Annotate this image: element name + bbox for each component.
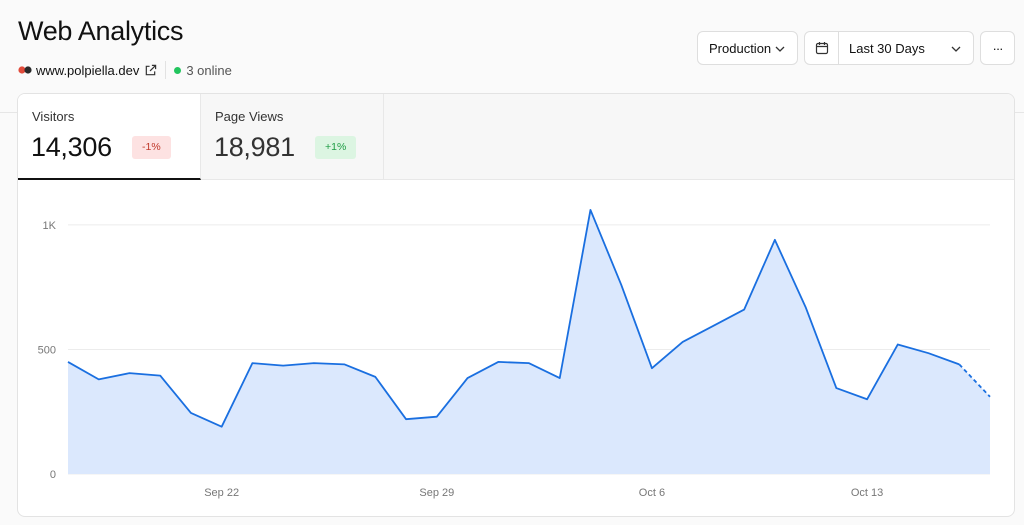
site-domain[interactable]: www.polpiella.dev — [36, 63, 139, 78]
delta-badge: -1% — [132, 136, 171, 159]
x-tick-label: Sep 22 — [204, 487, 239, 499]
tab-page-views[interactable]: Page Views 18,981 +1% — [201, 94, 384, 180]
environment-select[interactable]: Production — [697, 31, 798, 65]
calendar-icon — [805, 32, 839, 64]
chevron-down-icon — [951, 46, 961, 52]
chart-svg: 0 500 1K Sep 22 Sep 29 Oct 6 Oct 13 — [38, 209, 991, 499]
more-options-button[interactable]: ··· — [980, 31, 1015, 65]
online-count: 3 online — [186, 62, 232, 78]
y-tick-label: 0 — [50, 469, 56, 481]
tab-value: 18,981 — [214, 132, 295, 162]
x-tick-label: Oct 13 — [851, 487, 883, 499]
metric-tabs: Visitors 14,306 -1% Page Views 18,981 +1… — [18, 94, 1014, 180]
date-range-label: Last 30 Days — [849, 40, 925, 56]
tab-value: 14,306 — [31, 132, 112, 162]
x-tick-label: Sep 29 — [419, 487, 454, 499]
divider — [165, 61, 167, 79]
online-status-dot — [174, 66, 182, 74]
y-tick-label: 500 — [38, 344, 56, 356]
date-range-select[interactable]: Last 30 Days — [804, 31, 974, 65]
analytics-card: Visitors 14,306 -1% Page Views 18,981 +1… — [17, 93, 1015, 517]
tab-label: Page Views — [215, 109, 284, 124]
x-tick-label: Oct 6 — [639, 487, 665, 499]
visitors-chart[interactable]: 0 500 1K Sep 22 Sep 29 Oct 6 Oct 13 — [18, 180, 1014, 516]
site-row: www.polpiella.dev 3 online — [18, 61, 232, 79]
site-logo-icon — [18, 66, 32, 74]
tab-visitors[interactable]: Visitors 14,306 -1% — [18, 94, 201, 180]
y-tick-label: 1K — [43, 220, 57, 232]
area-fill — [68, 209, 990, 475]
tab-label: Visitors — [32, 109, 75, 124]
page-title: Web Analytics — [18, 16, 184, 46]
environment-label: Production — [709, 40, 772, 56]
more-icon: ··· — [992, 40, 1004, 56]
chevron-down-icon — [775, 46, 785, 52]
external-link-icon[interactable] — [144, 64, 157, 77]
delta-badge: +1% — [315, 136, 357, 159]
